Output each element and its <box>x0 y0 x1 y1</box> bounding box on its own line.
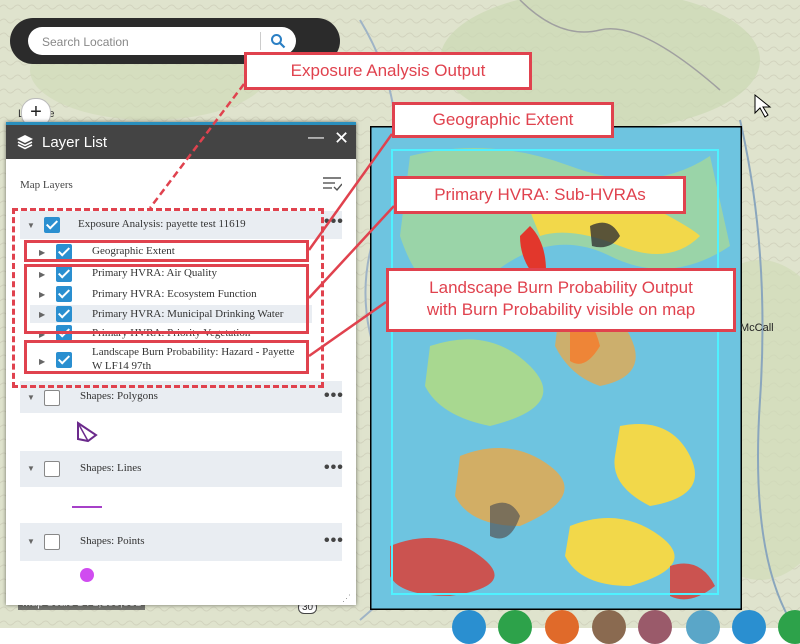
callout-geographic-extent: Geographic Extent <box>392 102 614 138</box>
dock-button-brown[interactable] <box>592 610 626 644</box>
dock-button-orange[interactable] <box>545 610 579 644</box>
chevron-down-icon[interactable]: ▼ <box>27 537 35 546</box>
search-input[interactable] <box>40 31 264 53</box>
more-options-icon[interactable]: ••• <box>324 459 344 477</box>
callout-sub-hvras: Primary HVRA: Sub-HVRAs <box>394 176 686 214</box>
more-options-icon[interactable]: ••• <box>324 532 344 550</box>
search-box <box>28 27 296 55</box>
line-symbol <box>72 506 102 508</box>
sub-hvra-box <box>24 264 309 334</box>
panel-header: Layer List — ✕ <box>6 125 356 159</box>
callout-burn-line1: Landscape Burn Probability Output <box>429 278 693 297</box>
dock-button-green-2[interactable] <box>778 610 800 644</box>
burn-probability-box <box>24 340 309 374</box>
search-divider <box>260 32 261 50</box>
layer-label: Shapes: Polygons <box>80 390 158 402</box>
search-icon[interactable] <box>270 33 286 49</box>
polygon-symbol-icon <box>77 421 98 443</box>
chevron-down-icon[interactable]: ▼ <box>27 464 35 473</box>
layer-checkbox[interactable] <box>44 390 60 406</box>
callout-burn-probability: Landscape Burn Probability Output with B… <box>386 268 736 332</box>
chevron-down-icon[interactable]: ▼ <box>27 393 35 402</box>
layer-label: Shapes: Lines <box>80 462 142 474</box>
layers-icon <box>17 135 33 150</box>
layer-row-lines[interactable]: ▼ Shapes: Lines ••• <box>20 451 344 487</box>
map-city-label: McCall <box>740 322 774 334</box>
layer-checkbox[interactable] <box>44 461 60 477</box>
callout-exposure-analysis: Exposure Analysis Output <box>244 52 532 90</box>
more-options-icon[interactable]: ••• <box>324 213 344 231</box>
dock-button-grid[interactable] <box>732 610 766 644</box>
resize-grip-icon[interactable]: ⋰ <box>342 593 351 604</box>
layer-row-points[interactable]: ▼ Shapes: Points ••• <box>20 523 344 561</box>
minimize-button[interactable]: — <box>308 129 324 147</box>
map-layers-label: Map Layers <box>20 179 73 191</box>
dock-button-mauve[interactable] <box>638 610 672 644</box>
close-button[interactable]: ✕ <box>334 128 349 149</box>
panel-title: Layer List <box>42 134 108 151</box>
dock-button-green[interactable] <box>498 610 532 644</box>
layer-checkbox[interactable] <box>44 534 60 550</box>
layer-label: Shapes: Points <box>80 535 145 547</box>
geographic-extent-box <box>24 240 309 262</box>
dock-button-lightblue[interactable] <box>686 610 720 644</box>
more-options-icon[interactable]: ••• <box>324 387 344 405</box>
callout-burn-line2: with Burn Probability visible on map <box>426 300 696 319</box>
layers-dock-button[interactable] <box>452 610 486 644</box>
filter-list-icon[interactable] <box>322 175 342 193</box>
point-symbol <box>80 568 94 582</box>
